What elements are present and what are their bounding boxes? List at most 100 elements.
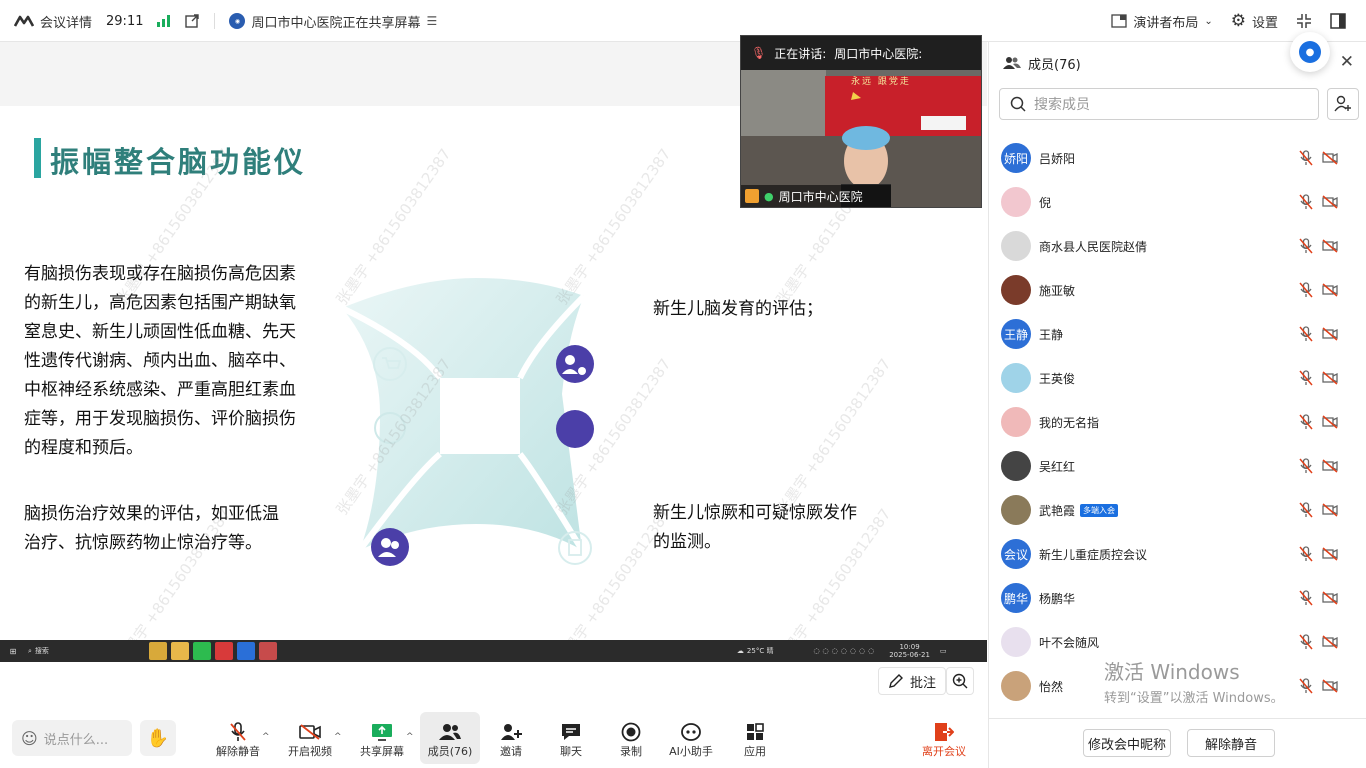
unmute-button[interactable]: 解除静音 bbox=[208, 712, 268, 764]
zoom-button[interactable] bbox=[946, 667, 974, 695]
member-row[interactable]: 怡然 bbox=[989, 664, 1366, 708]
add-member-button[interactable] bbox=[1327, 88, 1359, 120]
camera-off-icon[interactable] bbox=[1322, 679, 1338, 693]
settings-button[interactable]: ⚙ 设置 bbox=[1231, 11, 1278, 31]
chat-icon bbox=[562, 724, 580, 740]
avatar bbox=[1001, 363, 1031, 393]
mic-muted-icon[interactable] bbox=[1299, 678, 1313, 694]
mic-muted-icon[interactable] bbox=[1299, 414, 1313, 430]
mic-muted-icon[interactable] bbox=[1299, 634, 1313, 650]
camera-off-icon[interactable] bbox=[1322, 151, 1338, 165]
member-row[interactable]: 施亚敏 bbox=[989, 268, 1366, 312]
mic-muted-icon[interactable] bbox=[1299, 150, 1313, 166]
avatar bbox=[1001, 627, 1031, 657]
mic-muted-icon[interactable] bbox=[1299, 238, 1313, 254]
apps-button[interactable]: 应用 bbox=[725, 712, 785, 764]
wps-icon bbox=[214, 642, 233, 660]
mic-muted-icon[interactable] bbox=[1299, 546, 1313, 562]
mic-muted-icon[interactable] bbox=[1299, 326, 1313, 342]
share-link-icon[interactable] bbox=[184, 13, 200, 29]
members-footer: 修改会中昵称 解除静音 bbox=[989, 718, 1366, 768]
video-options-icon[interactable]: ^ bbox=[334, 732, 342, 742]
sidebar-toggle-icon[interactable] bbox=[1330, 13, 1346, 29]
camera-off-icon[interactable] bbox=[1322, 371, 1338, 385]
quick-message-input[interactable]: ☺ 说点什么... bbox=[12, 720, 132, 756]
member-row[interactable]: 娇阳 吕娇阳 bbox=[989, 136, 1366, 180]
share-options-icon[interactable]: ^ bbox=[406, 732, 414, 742]
member-name: 新生儿重症质控会议 bbox=[1039, 547, 1148, 562]
camera-off-icon[interactable] bbox=[1322, 635, 1338, 649]
divider bbox=[214, 13, 216, 29]
taskbar-app-icon bbox=[148, 642, 167, 660]
ai-assistant-button[interactable]: AI小助手 bbox=[661, 712, 721, 764]
record-button[interactable]: 录制 bbox=[601, 712, 661, 764]
mic-muted-icon[interactable] bbox=[1299, 194, 1313, 210]
camera-off-icon[interactable] bbox=[1322, 239, 1338, 253]
camera-off-icon[interactable] bbox=[1322, 283, 1338, 297]
shared-taskbar: ⊞ ⌕ 搜索 ☁ 25°C 晴 ◌◌◌◌◌◌◌ 10:09 2025-06-21 … bbox=[0, 640, 987, 662]
speaker-video-window[interactable]: 永远 跟党走 🎙 正在讲话: 周口市中心医院: ● 周口市中心医院 bbox=[740, 35, 982, 208]
meeting-details-button[interactable]: 会议详情 bbox=[14, 12, 92, 31]
member-row[interactable]: 商水县人民医院赵倩 bbox=[989, 224, 1366, 268]
members-title: 成员(76) bbox=[1028, 57, 1081, 73]
exit-fullscreen-icon[interactable] bbox=[1296, 13, 1312, 29]
member-name: 王静 bbox=[1039, 327, 1064, 342]
member-row[interactable]: 吴红红 bbox=[989, 444, 1366, 488]
camera-off-icon bbox=[299, 724, 321, 740]
raise-hand-button[interactable]: ✋ bbox=[140, 720, 176, 756]
member-row[interactable]: 鹏华 杨鹏华 bbox=[989, 576, 1366, 620]
camera-off-icon[interactable] bbox=[1322, 591, 1338, 605]
mic-muted-icon[interactable] bbox=[1299, 282, 1313, 298]
member-row[interactable]: 倪 bbox=[989, 180, 1366, 224]
start-video-button[interactable]: 开启视频 bbox=[280, 712, 340, 764]
annotate-button[interactable]: 批注 bbox=[878, 667, 947, 695]
invite-button[interactable]: 邀请 bbox=[481, 712, 541, 764]
unmute-all-button[interactable]: 解除静音 bbox=[1187, 729, 1275, 757]
member-name: 倪 bbox=[1039, 195, 1052, 210]
member-row[interactable]: 王英俊 bbox=[989, 356, 1366, 400]
camera-off-icon[interactable] bbox=[1322, 327, 1338, 341]
camera-off-icon[interactable] bbox=[1322, 195, 1338, 209]
chat-button[interactable]: 聊天 bbox=[541, 712, 601, 764]
leave-meeting-button[interactable]: 离开会议 bbox=[914, 712, 974, 764]
taskbar-weather: 25°C 晴 bbox=[746, 647, 774, 655]
say-placeholder: 说点什么... bbox=[43, 732, 109, 748]
member-search-input[interactable]: 搜索成员 bbox=[999, 88, 1319, 120]
layout-button[interactable]: 演讲者布局 ⌄ bbox=[1111, 12, 1213, 31]
search-icon bbox=[1010, 96, 1026, 112]
camera-off-icon[interactable] bbox=[1322, 459, 1338, 473]
avatar bbox=[1001, 407, 1031, 437]
member-row[interactable]: 武艳霞 多端入会 bbox=[989, 488, 1366, 532]
member-row[interactable]: 叶不会随风 bbox=[989, 620, 1366, 664]
sharing-status-text: 周口市中心医院正在共享屏幕 bbox=[251, 15, 421, 31]
mic-muted-icon[interactable] bbox=[1299, 502, 1313, 518]
avatar bbox=[1001, 451, 1031, 481]
avatar: 娇阳 bbox=[1001, 143, 1031, 173]
share-screen-label: 共享屏幕 bbox=[360, 745, 404, 758]
sharing-status[interactable]: ◉ 周口市中心医院正在共享屏幕 ☰ bbox=[229, 12, 437, 31]
member-row[interactable]: 我的无名指 bbox=[989, 400, 1366, 444]
members-button[interactable]: 成员(76) bbox=[420, 712, 480, 764]
camera-off-icon[interactable] bbox=[1322, 503, 1338, 517]
camera-off-icon[interactable] bbox=[1322, 547, 1338, 561]
member-name: 武艳霞 多端入会 bbox=[1039, 502, 1119, 519]
member-row[interactable]: 会议 新生儿重症质控会议 bbox=[989, 532, 1366, 576]
camera-off-icon[interactable] bbox=[1322, 415, 1338, 429]
windows-start-icon: ⊞ bbox=[9, 646, 17, 656]
speaking-bar: 🎙 正在讲话: 周口市中心医院: bbox=[741, 36, 981, 70]
avatar: 会议 bbox=[1001, 539, 1031, 569]
rename-button[interactable]: 修改会中昵称 bbox=[1083, 729, 1171, 757]
member-name: 商水县人民医院赵倩 bbox=[1039, 239, 1148, 254]
settings-label: 设置 bbox=[1251, 15, 1278, 31]
mic-muted-icon[interactable] bbox=[1299, 590, 1313, 606]
share-screen-button[interactable]: 共享屏幕 bbox=[352, 712, 412, 764]
gear-icon: ⚙ bbox=[1230, 11, 1246, 31]
member-list: 娇阳 吕娇阳倪商水县人民医院赵倩施亚敏 王静 王静 王英俊 我的无名指 吴红红武艳霞 多端入会… bbox=[989, 136, 1366, 718]
member-row[interactable]: 王静 王静 bbox=[989, 312, 1366, 356]
mic-muted-icon[interactable] bbox=[1299, 458, 1313, 474]
mic-muted-icon[interactable] bbox=[1299, 370, 1313, 386]
floating-chat-button[interactable]: ● bbox=[1290, 32, 1330, 72]
mic-options-icon[interactable]: ^ bbox=[262, 732, 270, 742]
signal-strength-icon[interactable] bbox=[157, 15, 171, 27]
close-icon[interactable]: ✕ bbox=[1340, 52, 1354, 72]
